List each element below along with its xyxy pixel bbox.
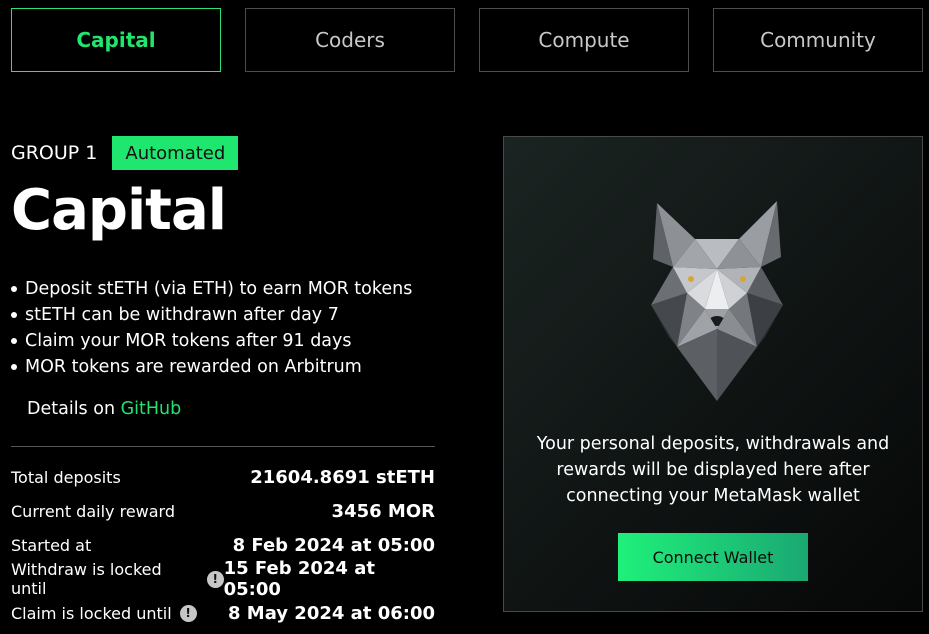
stat-row-total-deposits: Total deposits 21604.8691 stETH [11,460,435,494]
details-line: Details on GitHub [27,396,181,422]
bullet-icon [11,364,17,370]
stat-value: 8 Feb 2024 at 05:00 [232,534,435,556]
tab-community[interactable]: Community [713,8,923,72]
stat-row-withdraw-locked: Withdraw is locked until! 15 Feb 2024 at… [11,558,435,600]
tab-bar: Capital Coders Compute Community [11,8,923,72]
stat-label: Withdraw is locked until! [11,560,224,598]
stat-value: 3456 MOR [331,500,435,522]
tab-coders[interactable]: Coders [245,8,455,72]
stat-label: Current daily reward [11,501,175,521]
group-header: GROUP 1 Automated [11,136,239,170]
list-item-text: Claim your MOR tokens after 91 days [25,331,352,351]
stat-row-started-at: Started at 8 Feb 2024 at 05:00 [11,528,435,562]
stats-table: Total deposits 21604.8691 stETH Current … [11,460,435,630]
info-icon[interactable]: ! [206,570,224,588]
bullet-icon [11,312,17,318]
list-item: stETH can be withdrawn after day 7 [11,302,412,328]
wallet-panel: Your personal deposits, withdrawals and … [503,136,923,612]
group-label: GROUP 1 [11,142,98,164]
divider [11,446,435,447]
wolf-logo-icon [651,201,783,401]
github-link[interactable]: GitHub [121,399,182,419]
connect-wallet-button[interactable]: Connect Wallet [618,533,808,581]
stat-row-claim-locked: Claim is locked until! 8 May 2024 at 06:… [11,596,435,630]
stat-label: Claim is locked until! [11,604,197,623]
list-item: Deposit stETH (via ETH) to earn MOR toke… [11,276,412,302]
stat-label: Started at [11,535,92,555]
bullet-icon [11,286,17,292]
list-item-text: MOR tokens are rewarded on Arbitrum [25,357,362,377]
stat-value: 15 Feb 2024 at 05:00 [223,558,375,600]
list-item: Claim your MOR tokens after 91 days [11,328,412,354]
panel-message: Your personal deposits, withdrawals and … [536,434,890,506]
stat-label: Total deposits [11,467,121,487]
stat-row-daily-reward: Current daily reward 3456 MOR [11,494,435,528]
feature-list: Deposit stETH (via ETH) to earn MOR toke… [11,276,412,380]
tab-compute[interactable]: Compute [479,8,689,72]
stat-value: 21604.8691 stETH [250,466,435,488]
tab-capital[interactable]: Capital [11,8,221,72]
info-icon[interactable]: ! [179,604,197,622]
automated-badge: Automated [112,136,239,170]
list-item-text: Deposit stETH (via ETH) to earn MOR toke… [25,279,413,299]
details-prefix: Details on [27,399,116,419]
page-title: Capital [11,178,227,243]
list-item-text: stETH can be withdrawn after day 7 [25,305,339,325]
bullet-icon [11,338,17,344]
list-item: MOR tokens are rewarded on Arbitrum [11,354,412,380]
stat-value: 8 May 2024 at 06:00 [228,602,435,624]
